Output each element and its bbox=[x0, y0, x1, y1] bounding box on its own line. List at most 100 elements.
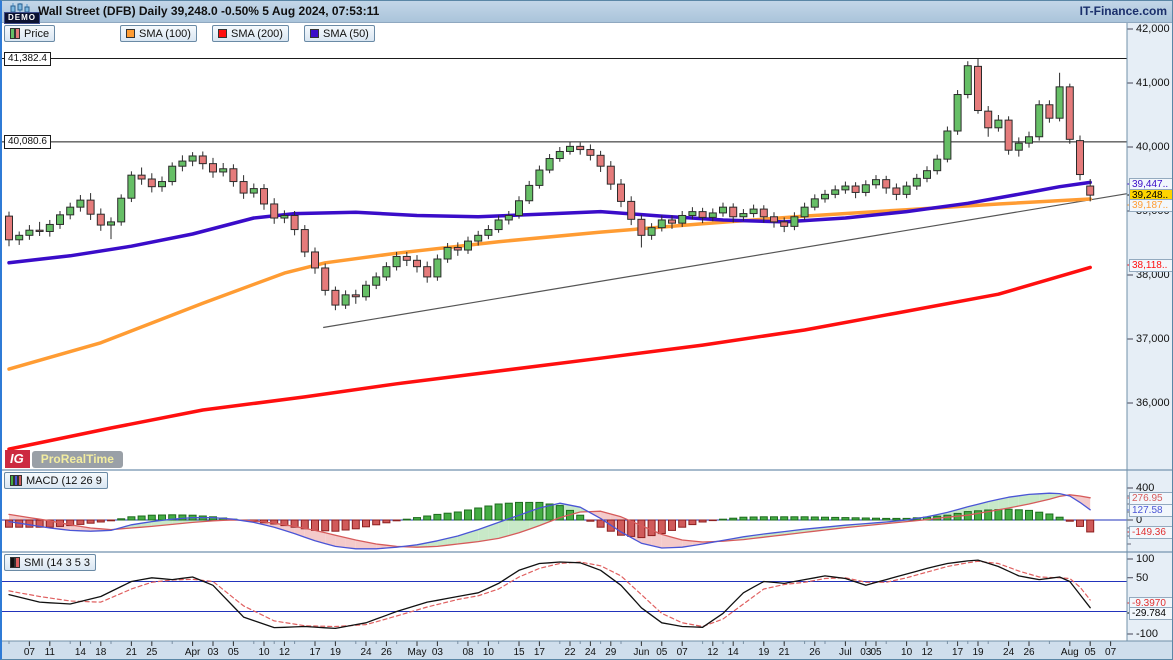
macd-histogram-bar bbox=[832, 517, 839, 520]
x-axis-label: May bbox=[408, 647, 427, 658]
sma50-line bbox=[9, 182, 1090, 262]
macd-histogram-bar bbox=[658, 520, 665, 534]
x-axis-label: 22 bbox=[564, 647, 575, 658]
candle-body bbox=[587, 150, 594, 156]
candle-body bbox=[342, 295, 349, 305]
candle-body bbox=[791, 217, 798, 227]
candle-body bbox=[893, 188, 900, 194]
candle-body bbox=[546, 159, 553, 171]
candle-body bbox=[730, 207, 737, 217]
x-axis-label: 29 bbox=[605, 647, 616, 658]
candle-body bbox=[312, 252, 319, 268]
macd-histogram-bar bbox=[118, 519, 125, 520]
legend-sma200-label: SMA (200) bbox=[231, 28, 283, 40]
macd-histogram-bar bbox=[1026, 510, 1033, 520]
smi-value-label: -29.784 bbox=[1129, 607, 1173, 620]
macd-histogram-bar bbox=[1015, 510, 1022, 520]
candle-body bbox=[465, 241, 472, 250]
macd-histogram-bar bbox=[1077, 520, 1084, 526]
x-axis-label: 14 bbox=[75, 647, 86, 658]
x-axis-label: 07 bbox=[24, 647, 35, 658]
candle-body bbox=[1056, 87, 1063, 118]
candle-body bbox=[607, 166, 614, 184]
x-axis-label: 12 bbox=[707, 647, 718, 658]
candle-body bbox=[87, 200, 94, 214]
x-axis-label: 26 bbox=[1023, 647, 1034, 658]
macd-histogram-bar bbox=[159, 515, 166, 520]
legend-sma100-chip[interactable]: SMA (100) bbox=[120, 25, 197, 42]
candle-body bbox=[822, 194, 829, 198]
price-icon bbox=[10, 28, 20, 39]
candle-body bbox=[852, 186, 859, 192]
candle-body bbox=[975, 66, 982, 110]
candle-body bbox=[301, 230, 308, 252]
candle-body bbox=[567, 146, 574, 151]
candle-body bbox=[1046, 105, 1053, 118]
x-axis-label: 10 bbox=[258, 647, 269, 658]
candle-body bbox=[322, 268, 329, 290]
x-axis-label: 17 bbox=[534, 647, 545, 658]
candle-body bbox=[454, 247, 461, 250]
x-axis-label: 19 bbox=[758, 647, 769, 658]
prorealtime-logo: ProRealTime bbox=[32, 451, 123, 468]
macd-histogram-bar bbox=[771, 517, 778, 520]
candle-body bbox=[485, 230, 492, 236]
candle-body bbox=[363, 285, 370, 297]
macd-legend-chip[interactable]: MACD (12 26 9 bbox=[4, 472, 108, 489]
macd-value-label: 127.58 bbox=[1129, 504, 1173, 517]
y-axis-label: 42,000 bbox=[1136, 24, 1170, 35]
macd-histogram-bar bbox=[862, 518, 869, 520]
macd-histogram-bar bbox=[332, 520, 339, 531]
candle-body bbox=[924, 171, 931, 179]
candle-body bbox=[57, 215, 64, 225]
macd-histogram-bar bbox=[995, 510, 1002, 520]
macd-histogram-bar bbox=[781, 517, 788, 520]
candle-body bbox=[934, 159, 941, 171]
macd-histogram-bar bbox=[709, 520, 716, 521]
macd-histogram-bar bbox=[138, 516, 145, 520]
smi-legend-chip[interactable]: SMI (14 3 5 3 bbox=[4, 554, 96, 571]
candle-body bbox=[332, 290, 339, 305]
candle-body bbox=[210, 164, 217, 172]
candle-body bbox=[883, 180, 890, 188]
candle-body bbox=[679, 215, 686, 223]
candle-body bbox=[138, 175, 145, 179]
macd-histogram-bar bbox=[597, 520, 604, 527]
smi-axis-label: 50 bbox=[1136, 573, 1148, 584]
sma100-line bbox=[9, 199, 1090, 369]
macd-histogram-bar bbox=[638, 520, 645, 538]
macd-histogram-bar bbox=[322, 520, 329, 531]
candle-body bbox=[67, 207, 74, 215]
macd-histogram-bar bbox=[893, 518, 900, 520]
legend-sma50-chip[interactable]: SMA (50) bbox=[304, 25, 375, 42]
macd-histogram-bar bbox=[179, 515, 186, 520]
ig-prorealtime-logo: IG ProRealTime bbox=[5, 450, 123, 468]
candle-body bbox=[148, 179, 155, 187]
x-axis-label: Apr bbox=[185, 647, 201, 658]
candle-body bbox=[1005, 120, 1012, 150]
legend-sma200-chip[interactable]: SMA (200) bbox=[212, 25, 289, 42]
legend-price-chip[interactable]: Price bbox=[4, 25, 55, 42]
candle-body bbox=[526, 185, 533, 200]
x-axis-label: 07 bbox=[677, 647, 688, 658]
x-axis-label: 19 bbox=[972, 647, 983, 658]
candle-body bbox=[36, 230, 43, 231]
macd-histogram-bar bbox=[148, 515, 155, 520]
x-axis-label: 10 bbox=[901, 647, 912, 658]
legend-sma100-label: SMA (100) bbox=[139, 28, 191, 40]
candle-body bbox=[699, 212, 706, 218]
macd-histogram-bar bbox=[720, 519, 727, 520]
candle-body bbox=[985, 111, 992, 128]
macd-histogram-bar bbox=[393, 520, 400, 521]
candle-body bbox=[628, 201, 635, 219]
candle-body bbox=[199, 156, 206, 164]
candle-body bbox=[220, 169, 227, 172]
x-axis-label: 21 bbox=[126, 647, 137, 658]
candle-body bbox=[1077, 141, 1084, 175]
macd-histogram-bar bbox=[495, 504, 502, 520]
macd-histogram-bar bbox=[475, 508, 482, 520]
candle-body bbox=[108, 222, 115, 225]
candle-body bbox=[383, 267, 390, 277]
macd-histogram-bar bbox=[587, 520, 594, 521]
x-axis-label: 17 bbox=[309, 647, 320, 658]
